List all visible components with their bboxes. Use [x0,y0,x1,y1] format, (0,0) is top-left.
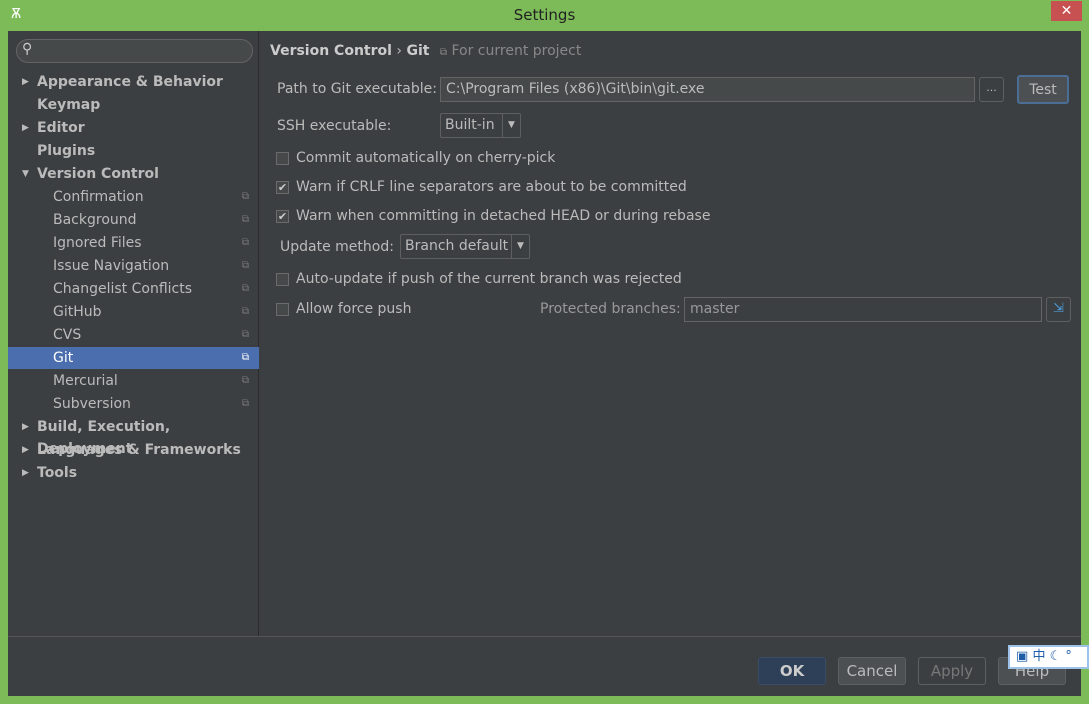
ime-language: 中 [1032,649,1046,664]
sidebar-item-languages-frameworks[interactable]: ▶ Languages & Frameworks [8,439,259,461]
force-push-label: Allow force push [296,301,412,317]
sidebar-item-keymap[interactable]: Keymap [8,94,259,116]
sidebar-item-subversion[interactable]: Subversion ⧉ [8,393,259,415]
project-scope-icon: ⧉ [241,306,249,317]
project-scope-icon: ⧉ [241,352,249,363]
protected-branches-label: Protected branches: [540,301,681,317]
sidebar-item-label: Ignored Files [53,235,142,251]
title-bar: Ѫ Settings ✕ [0,0,1089,31]
sidebar-item-label: CVS [53,327,82,343]
warn-detached-label: Warn when committing in detached HEAD or… [296,208,711,224]
auto-update-checkbox[interactable] [276,273,289,286]
sidebar-item-label: Tools [37,465,78,481]
sidebar-item-build-execution-deployment[interactable]: ▶ Build, Execution, Deployment [8,416,259,457]
window-title: Settings [513,6,576,24]
warn-crlf-checkbox[interactable]: ✔ [276,181,289,194]
sidebar-item-changelist-conflicts[interactable]: Changelist Conflicts ⧉ [8,278,259,300]
dialog-footer: OK Cancel Apply Help [8,636,1081,696]
apply-button[interactable]: Apply [918,657,986,685]
project-scope-icon: ⧉ [241,214,249,225]
path-label: Path to Git executable: [277,81,437,97]
sidebar-item-plugins[interactable]: Plugins [8,140,259,162]
browse-button[interactable]: ... [979,77,1004,102]
ime-toolbar[interactable]: ▣ 中 ☾ ° [1008,645,1089,669]
project-scope-icon: ⧉ [241,329,249,340]
git-path-input[interactable]: C:\Program Files (x86)\Git\bin\git.exe [440,77,975,102]
sidebar-item-issue-navigation[interactable]: Issue Navigation ⧉ [8,255,259,277]
sidebar-item-label: Plugins [37,143,96,159]
breadcrumb: Version Control › Git ⧉ For current proj… [270,43,581,59]
project-scope-icon: ⧉ [241,398,249,409]
expand-field-icon[interactable]: ⇲ [1046,297,1071,322]
sidebar-item-cvs[interactable]: CVS ⧉ [8,324,259,346]
sidebar-item-label: GitHub [53,304,102,320]
breadcrumb-current: Git [406,43,430,59]
sidebar-item-label: Version Control [37,166,159,182]
test-button[interactable]: Test [1017,75,1069,104]
sidebar-item-git[interactable]: Git ⧉ [8,347,259,369]
sidebar-item-version-control[interactable]: ▼ Version Control [8,163,259,185]
collapsed-arrow-icon[interactable]: ▶ [22,439,29,461]
collapsed-arrow-icon[interactable]: ▶ [22,117,29,139]
project-scope-icon: ⧉ [241,375,249,386]
sidebar-item-mercurial[interactable]: Mercurial ⧉ [8,370,259,392]
project-scope-icon: ⧉ [241,191,249,202]
sidebar-item-tools[interactable]: ▶ Tools [8,462,259,484]
auto-update-label: Auto-update if push of the current branc… [296,271,682,287]
search-input[interactable]: ⚲ [16,39,253,63]
commit-cherry-label: Commit automatically on cherry-pick [296,150,556,166]
project-scope-icon: ⧉ [241,283,249,294]
sidebar-item-appearance-behavior[interactable]: ▶ Appearance & Behavior [8,71,259,93]
breadcrumb-separator: › [396,43,402,59]
sidebar-item-label: Issue Navigation [53,258,170,274]
sidebar-item-label: Confirmation [53,189,144,205]
protected-branches-input[interactable]: master [684,297,1042,322]
expanded-arrow-icon[interactable]: ▼ [22,163,29,185]
sidebar-item-background[interactable]: Background ⧉ [8,209,259,231]
close-button[interactable]: ✕ [1051,1,1082,21]
sidebar-item-label: Changelist Conflicts [53,281,193,297]
moon-icon: ☾ [1049,649,1062,664]
ssh-value: Built-in [445,117,495,133]
commit-cherry-checkbox[interactable] [276,152,289,165]
project-scope-icon: ⧉ [241,237,249,248]
collapsed-arrow-icon[interactable]: ▶ [22,462,29,484]
update-method-value: Branch default [405,238,509,254]
sidebar-item-github[interactable]: GitHub ⧉ [8,301,259,323]
sidebar-item-label: Appearance & Behavior [37,74,223,90]
settings-tree: ⚲ ▶ Appearance & Behavior Keymap ▶ Editor Plu… [8,31,259,636]
project-scope-icon: ⧉ [241,260,249,271]
chevron-down-icon: ▼ [511,235,529,258]
update-method-select[interactable]: Branch default ▼ [400,234,530,259]
collapsed-arrow-icon[interactable]: ▶ [22,416,29,438]
settings-dialog: ⚲ ▶ Appearance & Behavior Keymap ▶ Editor Plu… [8,31,1081,696]
scope-hint: For current project [451,43,582,59]
sidebar-item-editor[interactable]: ▶ Editor [8,117,259,139]
warn-detached-checkbox[interactable]: ✔ [276,210,289,223]
update-method-label: Update method: [280,239,394,255]
sidebar-item-label: Git [53,350,74,366]
breadcrumb-parent: Version Control [270,43,392,59]
ssh-label: SSH executable: [277,118,392,134]
cancel-button[interactable]: Cancel [838,657,906,685]
warn-crlf-label: Warn if CRLF line separators are about t… [296,179,687,195]
sidebar-item-label: Background [53,212,137,228]
sidebar-item-label: Mercurial [53,373,118,389]
sidebar-item-label: Subversion [53,396,131,412]
force-push-checkbox[interactable] [276,303,289,316]
project-icon: ⧉ [439,47,448,58]
sidebar-item-label: Languages & Frameworks [37,442,241,458]
search-icon: ⚲ [22,41,33,57]
sidebar-item-label: Editor [37,120,85,136]
sidebar-item-ignored-files[interactable]: Ignored Files ⧉ [8,232,259,254]
sidebar-item-confirmation[interactable]: Confirmation ⧉ [8,186,259,208]
git-settings-panel: Version Control › Git ⧉ For current proj… [260,31,1081,636]
sidebar-item-label: Keymap [37,97,101,113]
ok-button[interactable]: OK [758,657,826,685]
ssh-select[interactable]: Built-in ▼ [440,113,521,138]
collapsed-arrow-icon[interactable]: ▶ [22,71,29,93]
chevron-down-icon: ▼ [502,114,520,137]
ime-logo-icon: ▣ [1016,649,1029,664]
